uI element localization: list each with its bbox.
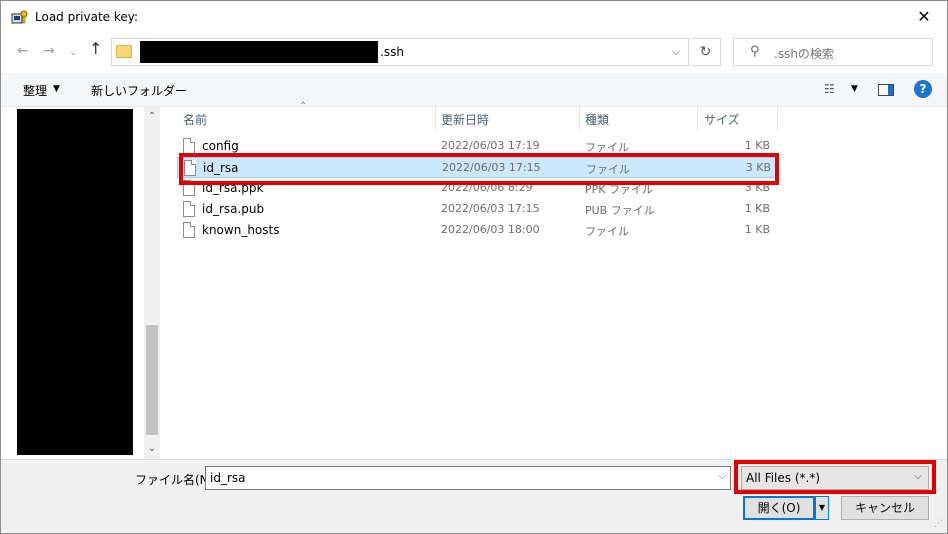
view-options-icon[interactable]: ☷ [824,82,835,96]
column-header-size[interactable]: サイズ [704,107,740,131]
file-name: config [202,139,239,153]
organize-button[interactable]: 整理 [23,82,47,99]
open-options-caret-icon[interactable]: ▼ [815,496,829,520]
file-icon [183,222,195,238]
file-icon [183,138,195,154]
file-size: 1 KB [744,223,770,236]
new-folder-button[interactable]: 新しいフォルダー [91,82,187,99]
file-row-known-hosts[interactable]: known_hosts 2022/06/03 18:00 ファイル 1 KB [177,220,777,241]
column-separator[interactable] [579,107,580,131]
recent-locations-chevron-icon[interactable]: ⌄ [69,45,77,61]
file-modified: 2022/06/03 17:15 [441,202,540,215]
back-arrow-icon[interactable]: ← [17,43,29,59]
title-bar: Load private key: ✕ [1,1,947,33]
highlight-file-type-filter [734,460,936,494]
redacted-path [140,41,378,63]
search-icon: ⚲ [750,44,760,59]
file-icon [183,201,195,217]
file-type: ファイル [585,225,629,238]
chevron-down-icon[interactable]: ⌵ [718,471,726,482]
column-header-type[interactable]: 種類 [585,107,609,131]
scroll-down-icon[interactable]: ⌄ [144,443,160,454]
help-icon[interactable]: ? [914,80,932,98]
search-placeholder: .sshの検索 [774,47,834,61]
close-button[interactable]: ✕ [909,5,939,29]
resize-grip-icon[interactable]: ⋰ [934,519,943,529]
filename-input[interactable]: id_rsa ⌵ [205,466,731,490]
file-size: 1 KB [744,202,770,215]
cancel-button[interactable]: キャンセル [841,496,929,520]
navigation-pane: ⌃ ⌄ [1,107,161,459]
column-separator[interactable] [435,107,436,131]
file-row-id-rsa-pub[interactable]: id_rsa.pub 2022/06/03 17:15 PUB ファイル 1 K… [177,199,777,220]
navigation-scrollbar[interactable]: ⌃ ⌄ [144,107,160,459]
address-bar[interactable]: .ssh ⌵ [111,38,689,66]
file-type: PUB ファイル [585,204,655,217]
folder-icon [116,45,132,58]
window-title: Load private key: [35,10,139,24]
file-size: 1 KB [744,139,770,152]
column-header-name[interactable]: 名前 [183,107,207,131]
putty-key-icon [11,10,28,24]
column-separator[interactable] [697,107,698,131]
filename-value: id_rsa [210,471,246,485]
load-private-key-dialog: Load private key: ✕ ← → ⌄ ↑ .ssh ⌵ ↻ ⚲ .… [0,0,948,534]
up-arrow-icon[interactable]: ↑ [89,41,102,57]
close-icon: ✕ [917,7,931,26]
command-toolbar: 整理 ▼ 新しいフォルダー ☷ ▼ ? [1,73,947,107]
open-button[interactable]: 開く(O) [743,496,815,520]
redacted-navigation-tree [17,109,133,455]
refresh-button[interactable]: ↻ [691,38,721,66]
address-row: ← → ⌄ ↑ .ssh ⌵ ↻ ⚲ .sshの検索 [1,35,947,69]
file-name: id_rsa.pub [202,202,265,216]
scroll-up-icon[interactable]: ⌃ [144,111,160,122]
sort-ascending-icon: ⌃ [299,101,308,112]
scrollbar-thumb[interactable] [146,325,158,435]
address-current-folder: .ssh [380,45,404,59]
refresh-icon: ↻ [699,44,712,60]
chevron-down-icon[interactable]: ⌵ [672,45,680,59]
column-separator[interactable] [777,107,778,131]
search-input[interactable]: ⚲ .sshの検索 [733,38,933,66]
file-modified: 2022/06/03 17:19 [441,139,540,152]
file-modified: 2022/06/03 18:00 [441,223,540,236]
view-caret-icon[interactable]: ▼ [851,84,858,94]
highlight-selected-file [179,153,779,185]
forward-arrow-icon[interactable]: → [43,43,55,59]
organize-caret-icon[interactable]: ▼ [53,84,60,94]
file-name: known_hosts [202,223,280,237]
preview-pane-icon[interactable] [878,84,894,96]
column-header-modified[interactable]: 更新日時 [441,107,489,131]
